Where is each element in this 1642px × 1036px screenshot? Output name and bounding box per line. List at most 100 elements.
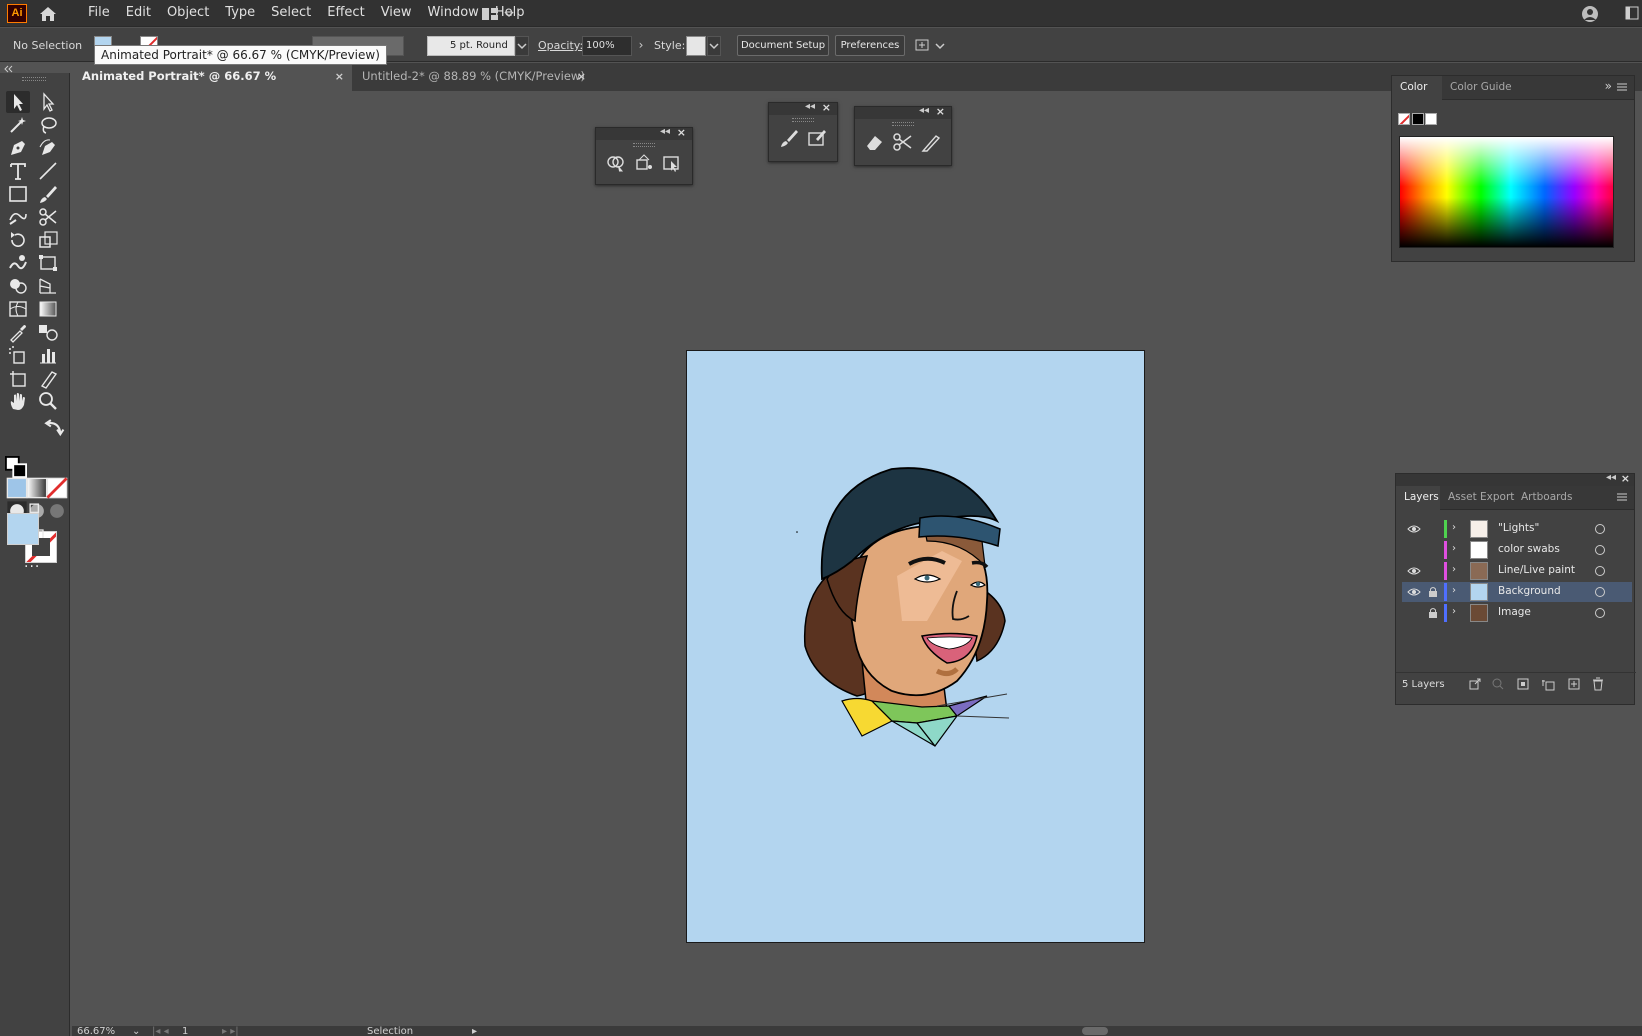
artboard-nav-next-icon[interactable]: ▸ ▸| <box>222 1026 239 1036</box>
document-setup-button[interactable]: Document Setup <box>737 35 829 56</box>
rectangle-tool-icon[interactable] <box>6 183 30 205</box>
fill-swatch[interactable] <box>7 513 39 545</box>
layer-name[interactable]: Background <box>1498 585 1561 597</box>
panel-header[interactable]: ◂◂ × <box>769 101 837 115</box>
menu-view[interactable]: View <box>373 0 420 27</box>
chevron-right-icon[interactable]: › <box>1452 585 1456 596</box>
opacity-input[interactable]: 100% <box>582 36 632 56</box>
artboard[interactable] <box>686 350 1145 943</box>
arrange-documents-icon[interactable] <box>914 36 948 56</box>
live-paint-selection-icon[interactable] <box>660 152 684 174</box>
eraser-icon[interactable] <box>863 131 887 153</box>
swap-fill-stroke-icon[interactable] <box>42 417 65 437</box>
collapse-panel-icon[interactable]: ◂◂ <box>919 105 929 116</box>
artboard-number-field[interactable]: 1 <box>182 1026 188 1036</box>
knife-icon[interactable] <box>919 131 943 153</box>
eye-icon[interactable] <box>1407 565 1421 577</box>
scissors-tool-icon[interactable] <box>36 206 60 228</box>
layer-name[interactable]: color swabs <box>1498 543 1560 555</box>
chevron-down-icon[interactable]: ⌄ <box>132 1026 140 1036</box>
column-graph-tool-icon[interactable] <box>36 344 60 366</box>
shape-builder-tool-icon[interactable] <box>6 275 30 297</box>
close-icon[interactable]: × <box>335 63 344 90</box>
layer-target-icon[interactable] <box>1595 587 1605 597</box>
lock-icon[interactable] <box>1428 586 1438 598</box>
preferences-button[interactable]: Preferences <box>835 35 905 56</box>
layer-row-background[interactable]: › Background <box>1402 582 1632 602</box>
panel-menu-icon[interactable] <box>1616 81 1628 93</box>
menu-file[interactable]: File <box>80 0 118 27</box>
blob-brush-icon[interactable] <box>805 127 829 149</box>
free-transform-tool-icon[interactable] <box>36 252 60 274</box>
hand-tool-icon[interactable] <box>6 390 30 412</box>
layer-row-image[interactable]: › Image <box>1402 603 1632 623</box>
shape-builder-icon[interactable] <box>604 152 628 174</box>
eyedropper-tool-icon[interactable] <box>6 321 30 343</box>
make-clipping-mask-icon[interactable] <box>1516 677 1530 691</box>
toolbar-grip[interactable] <box>22 77 46 81</box>
color-mode-icon[interactable] <box>5 477 28 499</box>
none-mode-icon[interactable] <box>45 477 68 499</box>
status-menu-arrow-icon[interactable]: ▸ <box>472 1026 477 1036</box>
portrait-artwork[interactable] <box>687 351 1145 943</box>
gradient-tool-icon[interactable] <box>36 298 60 320</box>
tab-color[interactable]: Color <box>1392 76 1442 100</box>
artboard-tool-icon[interactable] <box>6 367 30 389</box>
home-icon[interactable] <box>37 4 59 24</box>
chevron-right-icon[interactable]: › <box>1452 606 1456 617</box>
close-icon[interactable]: × <box>936 105 945 118</box>
create-new-layer-icon[interactable] <box>1567 677 1581 691</box>
user-account-icon[interactable] <box>1580 4 1600 24</box>
warp-tool-icon[interactable] <box>6 252 30 274</box>
chevron-right-icon[interactable]: › <box>1452 543 1456 554</box>
layer-target-icon[interactable] <box>1595 545 1605 555</box>
close-icon[interactable]: × <box>677 126 686 139</box>
panel-header[interactable]: ◂◂ × <box>596 126 692 140</box>
menu-type[interactable]: Type <box>217 0 263 27</box>
tab-layers[interactable]: Layers <box>1396 486 1440 510</box>
artboard-nav-first-icon[interactable]: |◂ ◂ <box>152 1026 169 1036</box>
eye-icon[interactable] <box>1407 586 1421 598</box>
menu-window[interactable]: Window <box>420 0 487 27</box>
workspace-switcher[interactable] <box>481 4 523 23</box>
panel-grip[interactable] <box>792 118 814 122</box>
layer-target-icon[interactable] <box>1595 608 1605 618</box>
lock-icon[interactable] <box>1428 607 1438 619</box>
default-fill-stroke-icon[interactable] <box>4 456 27 478</box>
layer-name[interactable]: "Lights" <box>1498 522 1539 534</box>
chevron-right-icon[interactable]: › <box>1452 522 1456 533</box>
layer-name[interactable]: Image <box>1498 606 1531 618</box>
close-icon[interactable]: × <box>577 63 586 90</box>
brush-definition-dropdown[interactable]: 5 pt. Round <box>427 36 515 56</box>
collapse-panel-icon[interactable]: ◂◂ <box>805 101 815 112</box>
layer-name[interactable]: Line/Live paint <box>1498 564 1575 576</box>
collect-for-export-icon[interactable] <box>1468 677 1482 691</box>
horizontal-scrollbar[interactable] <box>522 1027 1622 1035</box>
layer-row-lights[interactable]: › "Lights" <box>1402 519 1632 539</box>
symbol-sprayer-tool-icon[interactable] <box>6 344 30 366</box>
panel-header[interactable]: ◂◂ × <box>855 105 951 119</box>
close-icon[interactable]: × <box>1621 472 1630 485</box>
layer-row-color-swabs[interactable]: › color swabs <box>1402 540 1632 560</box>
zoom-tool-icon[interactable] <box>36 390 60 412</box>
expand-panel-icon[interactable]: » <box>1605 79 1612 93</box>
create-sublayer-icon[interactable] <box>1541 677 1555 691</box>
lasso-tool-icon[interactable] <box>36 114 60 136</box>
eye-icon[interactable] <box>1407 523 1421 535</box>
panel-toggle-icon[interactable] <box>1625 6 1639 20</box>
menu-select[interactable]: Select <box>263 0 319 27</box>
blend-tool-icon[interactable] <box>36 321 60 343</box>
collapse-panel-icon[interactable]: ◂◂ <box>660 126 670 137</box>
line-segment-tool-icon[interactable] <box>36 160 60 182</box>
tab-color-guide[interactable]: Color Guide <box>1442 76 1520 100</box>
more-tools-icon[interactable]: ... <box>24 555 40 571</box>
layer-target-icon[interactable] <box>1595 566 1605 576</box>
tab-untitled-2[interactable]: Untitled-2* @ 88.89 % (CMYK/Preview) × <box>352 63 594 91</box>
collapse-panel-icon[interactable]: ◂◂ <box>1606 472 1616 483</box>
curvature-tool-icon[interactable] <box>36 137 60 159</box>
scissors-icon[interactable] <box>891 131 915 153</box>
opacity-more-arrow-icon[interactable]: › <box>634 36 648 56</box>
zoom-level-field[interactable]: 66.67% <box>77 1026 115 1036</box>
collapse-toolbar-icon[interactable] <box>0 63 72 73</box>
style-dropdown-arrow[interactable] <box>707 36 721 56</box>
